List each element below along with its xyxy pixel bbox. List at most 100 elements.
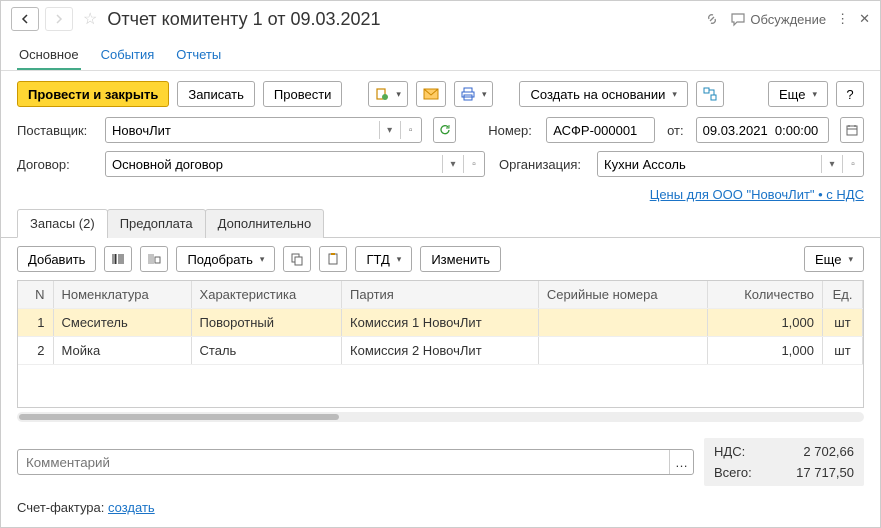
totals-box: НДС:2 702,66 Всего:17 717,50 (704, 438, 864, 486)
mail-button[interactable] (416, 81, 446, 107)
titlebar: ☆ Отчет комитенту 1 от 09.03.2021 Обсужд… (1, 1, 880, 37)
cell-batch: Комиссия 1 НовочЛит (342, 309, 539, 337)
discussion-label: Обсуждение (750, 12, 826, 27)
close-icon[interactable]: ✕ (859, 11, 870, 27)
attach-button[interactable]: ▾ (368, 81, 408, 107)
select-label: Подобрать (187, 252, 252, 267)
structure-button[interactable] (696, 81, 724, 107)
calendar-button[interactable] (840, 117, 864, 143)
cell-qty: 1,000 (708, 337, 823, 365)
org-input[interactable] (598, 154, 821, 175)
scanner-button[interactable] (140, 246, 168, 272)
print-button[interactable]: ▾ (454, 81, 494, 107)
tab-stock[interactable]: Запасы (2) (17, 209, 108, 238)
contract-label: Договор: (17, 157, 97, 172)
create-based-label: Создать на основании (530, 87, 665, 102)
org-label: Организация: (499, 157, 589, 172)
cell-n: 2 (18, 337, 53, 365)
cell-char: Сталь (191, 337, 342, 365)
org-dropdown-icon[interactable]: ▾ (822, 152, 842, 176)
header-qty[interactable]: Количество (708, 281, 823, 309)
number-label: Номер: (488, 123, 538, 138)
contract-open-icon[interactable]: ▫ (464, 152, 484, 176)
discussion-button[interactable]: Обсуждение (730, 11, 826, 27)
table-toolbar: Добавить Подобрать▾ ГТД▾ Изменить Еще▾ (1, 238, 880, 280)
number-input-group (546, 117, 655, 143)
link-icon[interactable] (704, 11, 720, 27)
favorite-star-icon[interactable]: ☆ (83, 9, 97, 29)
nav-tabs: Основное События Отчеты (1, 37, 880, 71)
cell-qty: 1,000 (708, 309, 823, 337)
header-unit[interactable]: Ед. (823, 281, 863, 309)
supplier-input[interactable] (106, 120, 379, 141)
nav-forward-button[interactable] (45, 7, 73, 31)
org-input-group: ▾ ▫ (597, 151, 864, 177)
table-row[interactable]: 1СмесительПоворотныйКомиссия 1 НовочЛит 1… (18, 309, 863, 337)
number-input[interactable] (547, 120, 654, 141)
org-open-icon[interactable]: ▫ (843, 152, 863, 176)
barcode-button[interactable] (104, 246, 132, 272)
tab-prepay[interactable]: Предоплата (107, 209, 206, 238)
header-char[interactable]: Характеристика (191, 281, 342, 309)
items-table: N Номенклатура Характеристика Партия Сер… (18, 281, 863, 365)
more-button[interactable]: Еще▾ (768, 81, 828, 107)
header-serial[interactable]: Серийные номера (538, 281, 707, 309)
save-button[interactable]: Записать (177, 81, 255, 107)
kebab-menu-icon[interactable]: ⋮ (836, 11, 849, 27)
supplier-open-icon[interactable]: ▫ (401, 118, 421, 142)
change-button[interactable]: Изменить (420, 246, 501, 272)
tab-main[interactable]: Основное (17, 41, 81, 70)
tab-extra[interactable]: Дополнительно (205, 209, 325, 238)
add-button[interactable]: Добавить (17, 246, 96, 272)
supplier-label: Поставщик: (17, 123, 97, 138)
cell-serial (538, 337, 707, 365)
paste-button[interactable] (319, 246, 347, 272)
price-link[interactable]: Цены для ООО "НовочЛит" • с НДС (650, 187, 864, 202)
header-nom[interactable]: Номенклатура (53, 281, 191, 309)
cell-n: 1 (18, 309, 53, 337)
post-button[interactable]: Провести (263, 81, 343, 107)
main-toolbar: Провести и закрыть Записать Провести ▾ ▾… (1, 71, 880, 117)
contract-dropdown-icon[interactable]: ▾ (443, 152, 463, 176)
cell-batch: Комиссия 2 НовочЛит (342, 337, 539, 365)
total-value: 17 717,50 (796, 465, 854, 480)
more-label: Еще (779, 87, 805, 102)
table-container: N Номенклатура Характеристика Партия Сер… (17, 280, 864, 408)
date-input-group (696, 117, 830, 143)
comment-expand-icon[interactable]: … (669, 450, 693, 474)
cell-nom: Мойка (53, 337, 191, 365)
inner-tabs: Запасы (2) Предоплата Дополнительно (1, 208, 880, 238)
vat-value: 2 702,66 (803, 444, 854, 459)
table-more-button[interactable]: Еще▾ (804, 246, 864, 272)
tab-reports[interactable]: Отчеты (174, 41, 223, 70)
contract-input-group: ▾ ▫ (105, 151, 485, 177)
date-input[interactable] (697, 120, 829, 141)
gtd-label: ГТД (366, 252, 389, 267)
tab-events[interactable]: События (99, 41, 157, 70)
supplier-dropdown-icon[interactable]: ▾ (380, 118, 400, 142)
nav-back-button[interactable] (11, 7, 39, 31)
horizontal-scrollbar[interactable] (17, 412, 864, 422)
post-close-button[interactable]: Провести и закрыть (17, 81, 169, 107)
comment-input[interactable] (18, 450, 669, 474)
cell-char: Поворотный (191, 309, 342, 337)
contract-input[interactable] (106, 154, 442, 175)
gtd-button[interactable]: ГТД▾ (355, 246, 412, 272)
vat-label: НДС: (714, 444, 745, 459)
table-row[interactable]: 2МойкаСтальКомиссия 2 НовочЛит 1,000шт (18, 337, 863, 365)
date-label: от: (667, 123, 684, 138)
invoice-create-link[interactable]: создать (108, 500, 155, 515)
cell-nom: Смеситель (53, 309, 191, 337)
comment-input-group: … (17, 449, 694, 475)
page-title: Отчет комитенту 1 от 09.03.2021 (107, 9, 698, 30)
cell-serial (538, 309, 707, 337)
select-button[interactable]: Подобрать▾ (176, 246, 275, 272)
copy-button[interactable] (283, 246, 311, 272)
header-n[interactable]: N (18, 281, 53, 309)
help-button[interactable]: ? (836, 81, 864, 107)
invoice-row: Счет-фактура: создать (1, 494, 880, 527)
cell-unit: шт (823, 337, 863, 365)
header-batch[interactable]: Партия (342, 281, 539, 309)
supplier-refresh-button[interactable] (433, 117, 457, 143)
create-based-button[interactable]: Создать на основании▾ (519, 81, 687, 107)
